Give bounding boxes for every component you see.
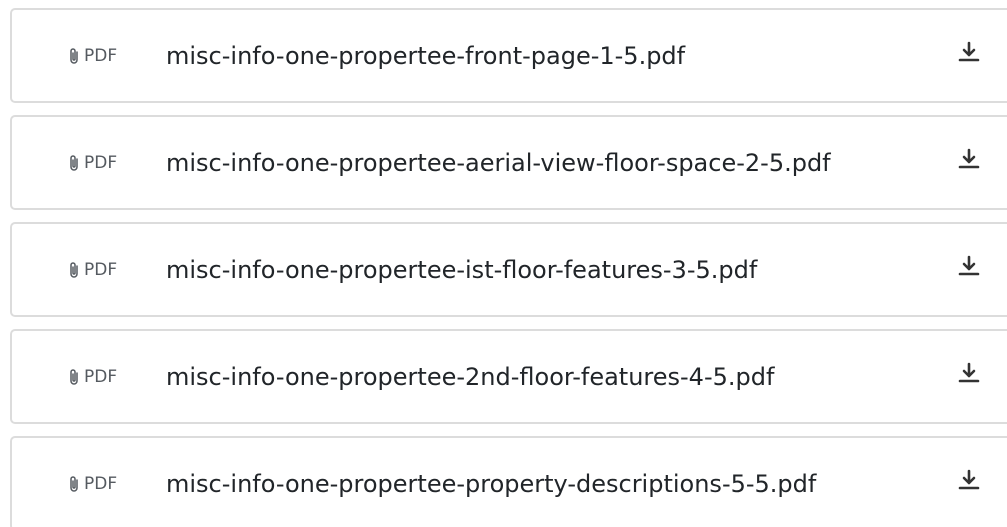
file-name[interactable]: misc-info-one-propertee-2nd-floor-featur… <box>166 331 774 422</box>
file-type: PDF <box>68 10 117 101</box>
file-row[interactable]: PDF misc-info-one-propertee-ist-floor-fe… <box>10 222 1007 317</box>
paperclip-icon <box>68 154 80 172</box>
file-type-label: PDF <box>84 152 118 173</box>
file-type: PDF <box>68 224 117 315</box>
file-name[interactable]: misc-info-one-propertee-aerial-view-floo… <box>166 117 831 208</box>
file-type-label: PDF <box>84 259 118 280</box>
file-type-label: PDF <box>84 366 118 387</box>
file-name[interactable]: misc-info-one-propertee-ist-floor-featur… <box>166 224 757 315</box>
download-icon[interactable] <box>958 40 980 66</box>
paperclip-icon <box>68 368 80 386</box>
download-icon[interactable] <box>958 147 980 173</box>
download-icon[interactable] <box>958 468 980 494</box>
file-row[interactable]: PDF misc-info-one-propertee-aerial-view-… <box>10 115 1007 210</box>
file-type: PDF <box>68 438 117 527</box>
download-icon[interactable] <box>958 254 980 280</box>
file-name[interactable]: misc-info-one-propertee-front-page-1-5.p… <box>166 10 685 101</box>
file-type: PDF <box>68 331 117 422</box>
file-row[interactable]: PDF misc-info-one-propertee-front-page-1… <box>10 8 1007 103</box>
file-type-label: PDF <box>84 45 118 66</box>
paperclip-icon <box>68 47 80 65</box>
file-type: PDF <box>68 117 117 208</box>
file-type-label: PDF <box>84 473 118 494</box>
file-list: PDF misc-info-one-propertee-front-page-1… <box>10 8 1007 527</box>
paperclip-icon <box>68 261 80 279</box>
file-row[interactable]: PDF misc-info-one-propertee-2nd-floor-fe… <box>10 329 1007 424</box>
file-row[interactable]: PDF misc-info-one-propertee-property-des… <box>10 436 1007 527</box>
file-name[interactable]: misc-info-one-propertee-property-descrip… <box>166 438 816 527</box>
download-icon[interactable] <box>958 361 980 387</box>
paperclip-icon <box>68 475 80 493</box>
